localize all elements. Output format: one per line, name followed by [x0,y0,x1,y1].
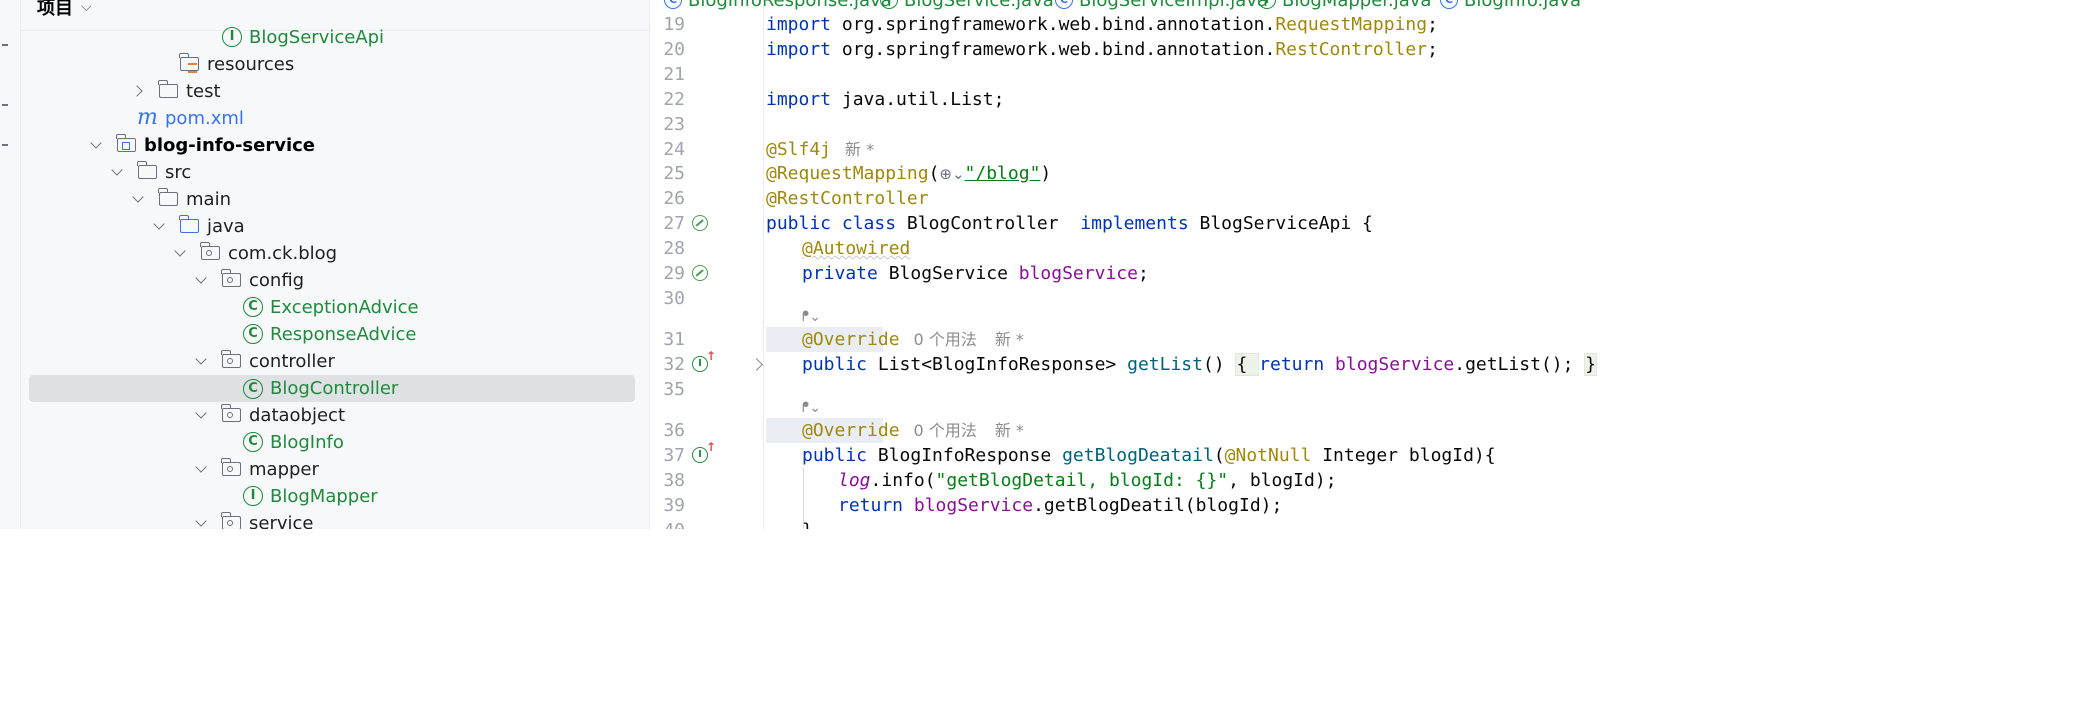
line-number: 31 [663,329,685,350]
line-number: 35 [663,379,685,400]
code-line-19: 19 import org.springframework.web.bind.a… [0,12,2087,37]
author-inlay-hint[interactable]: 新 * [995,330,1024,349]
line-number: 37 [663,445,685,466]
line-number: 36 [663,420,685,441]
usages-inlay-hint[interactable]: 0 个用法 [914,421,977,440]
line-number: 20 [663,39,685,60]
interface-icon: I [880,0,898,9]
editor-tabs: C BlogInfoResponse.java I BlogService.java… [650,0,2087,12]
implements-method-icon[interactable]: I [692,441,716,463]
code-text[interactable]: public BlogInfoResponse getBlogDeatail(@… [802,443,1496,468]
tab-label: BlogServiceImpl.java [1079,0,1269,11]
line-number: 19 [663,14,685,35]
line-number: 21 [663,64,685,85]
blank-region [0,529,2087,704]
class-icon: C [664,0,682,9]
code-text[interactable]: import org.springframework.web.bind.anno… [766,37,1438,62]
code-text[interactable]: import org.springframework.web.bind.anno… [766,12,1438,37]
code-text[interactable]: @Autowired [802,236,910,261]
code-text[interactable]: @Override 0 个用法新 * [802,418,1024,443]
code-line-27: 27 public class BlogController implement… [0,211,2087,236]
code-text[interactable]: return blogService.getBlogDeatil(blogId)… [838,493,1282,518]
line-number: 29 [663,263,685,284]
line-number: 32 [663,354,685,375]
code-line-31: 31 @Override 0 个用法新 * [0,327,2087,352]
line-number: 23 [663,114,685,135]
line-number: 38 [663,470,685,491]
code-text[interactable]: @Slf4j 新 * [766,137,874,162]
tab-label: BlogInfo.java [1464,0,1581,11]
code-line-30: 30 [0,286,2087,311]
code-text[interactable]: @RestController [766,186,929,211]
code-line-28: 28 @Autowired [0,236,2087,261]
code-line-20: 20 import org.springframework.web.bind.a… [0,37,2087,62]
code-line-23: 23 [0,112,2087,137]
code-line-37: 37 I public BlogInfoResponse getBlogDeat… [0,441,2087,468]
code-text[interactable]: public class BlogController implements B… [766,211,1373,236]
line-number: 26 [663,188,685,209]
code-line-35: 35 [0,377,2087,402]
tab-label: BlogService.java [904,0,1054,11]
code-line-24: 24 @Slf4j 新 * [0,137,2087,162]
fold-expand-icon[interactable] [750,358,763,371]
line-number: 30 [663,288,685,309]
code-text[interactable]: public List<BlogInfoResponse> getList() … [802,352,1598,377]
code-line-22: 22 import java.util.List; [0,87,2087,112]
line-number: 39 [663,495,685,516]
line-number: 27 [663,213,685,234]
class-icon: C [1440,0,1458,9]
author-inlay-hint[interactable]: 新 * [845,140,874,159]
line-number: 24 [663,139,685,160]
code-line-26: 26 @RestController [0,186,2087,211]
code-line-36: 36 @Override 0 个用法新 * [0,418,2087,443]
line-number: 28 [663,238,685,259]
interface-icon: I [1258,0,1276,9]
usages-inlay-hint[interactable]: 0 个用法 [914,330,977,349]
spring-bean-icon[interactable] [692,265,708,281]
code-text[interactable]: log.info("getBlogDetail, blogId: {}", bl… [838,468,1337,493]
globe-icon[interactable]: ⊕⌄ [939,165,964,183]
author-inlay-hint[interactable]: 新 * [995,421,1024,440]
code-vision-icon[interactable]: ᖰ⌄ [802,400,821,416]
code-line-32: 32 I public List<BlogInfoResponse> getLi… [0,350,2087,377]
code-vision-icon[interactable]: ᖰ⌄ [802,309,821,325]
class-icon: C [1055,0,1073,9]
code-line-21: 21 [0,62,2087,87]
code-line-29: 29 private BlogService blogService; [0,261,2087,286]
line-number: 25 [663,163,685,184]
code-line-25: 25 @RequestMapping(⊕⌄"/blog") [0,161,2087,186]
code-text[interactable]: @Override 0 个用法新 * [802,327,1024,352]
tab-label: BlogInfoResponse.java [688,0,892,11]
code-text[interactable]: private BlogService blogService; [802,261,1149,286]
spring-bean-icon[interactable] [692,215,708,231]
tab-label: BlogMapper.java [1282,0,1432,11]
implements-method-icon[interactable]: I [692,350,716,372]
code-text[interactable]: import java.util.List; [766,87,1004,112]
code-text[interactable]: @RequestMapping(⊕⌄"/blog") [766,161,1051,187]
line-number: 22 [663,89,685,110]
code-line-38: 38 log.info("getBlogDetail, blogId: {}",… [0,468,2087,493]
code-line-39: 39 return blogService.getBlogDeatil(blog… [0,493,2087,518]
